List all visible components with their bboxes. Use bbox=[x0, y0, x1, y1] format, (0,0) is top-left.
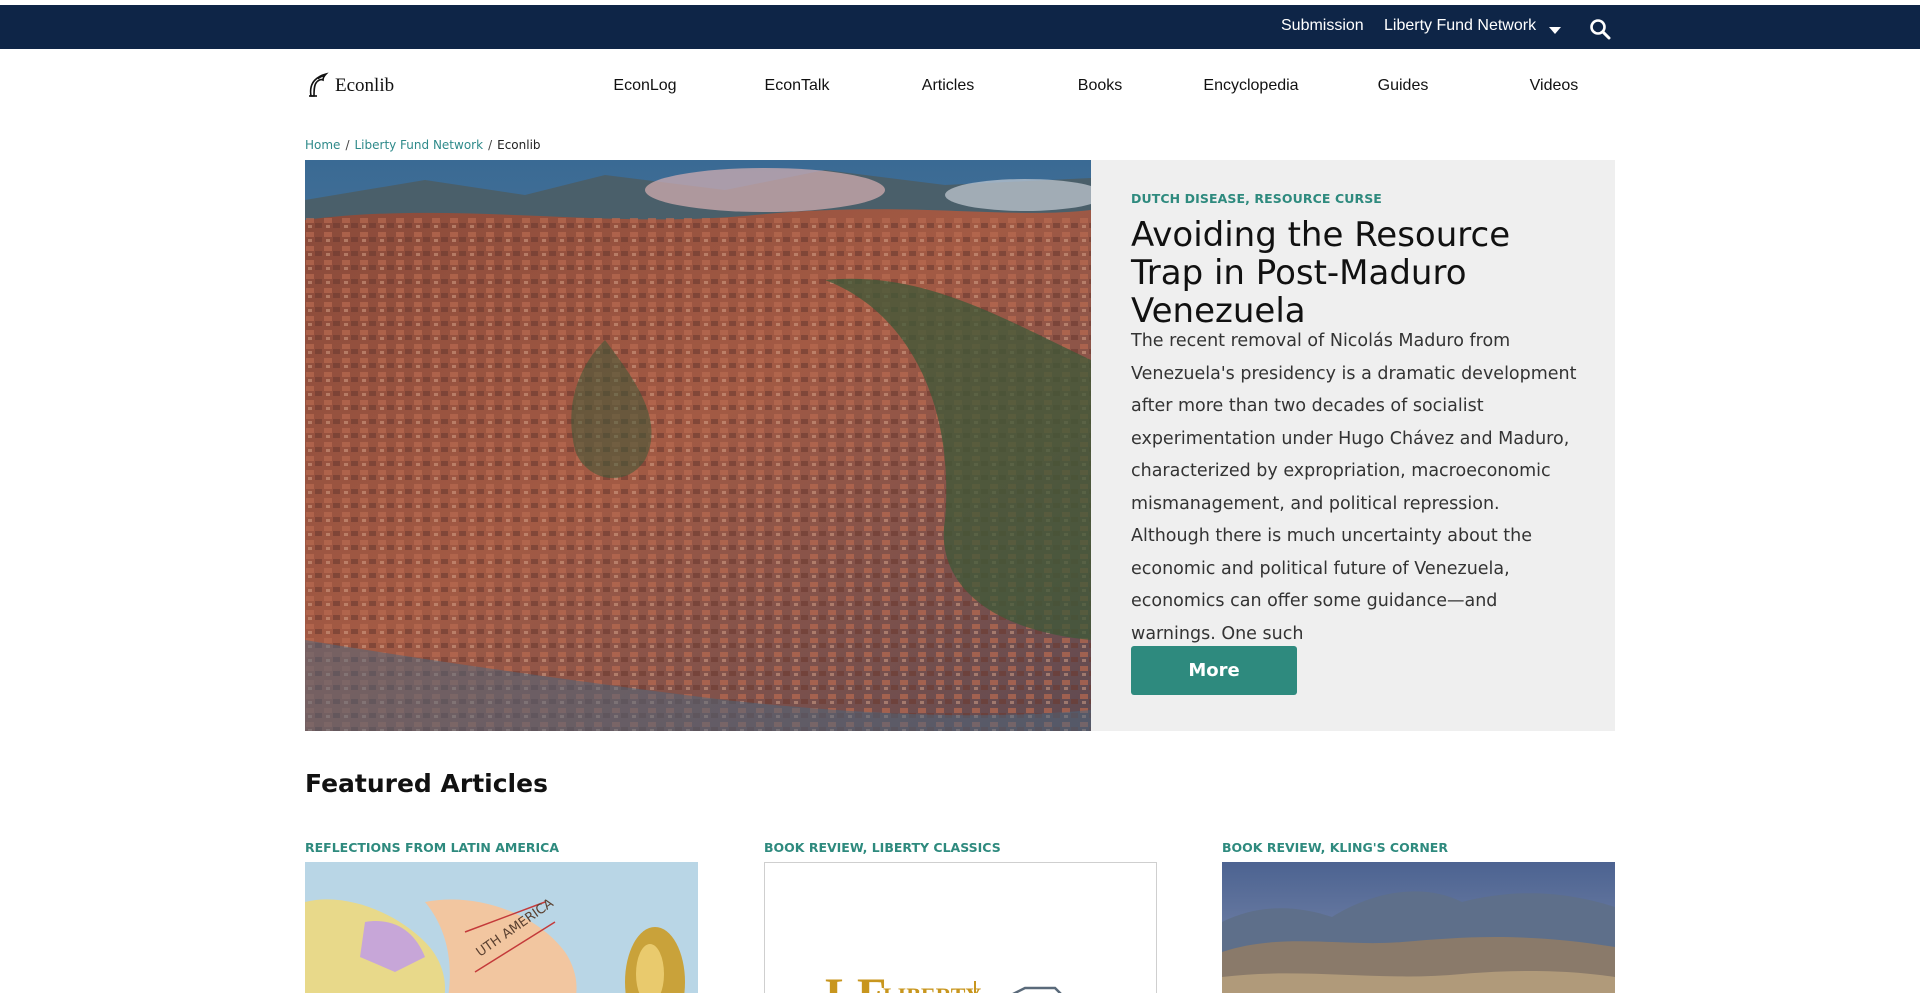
hero-excerpt: The recent removal of Nicolás Maduro fro… bbox=[1131, 331, 1577, 644]
hero-article-panel: DUTCH DISEASE, RESOURCE CURSE Avoiding t… bbox=[1091, 160, 1615, 731]
breadcrumb-home[interactable]: Home bbox=[305, 138, 340, 152]
hero-title[interactable]: Avoiding the Resource Trap in Post-Madur… bbox=[1131, 216, 1581, 330]
econlib-logo[interactable]: Econlib bbox=[305, 72, 394, 100]
top-utility-bar: Submission Liberty Fund Network bbox=[0, 5, 1920, 49]
card-tags[interactable]: BOOK REVIEW, KLING'S CORNER bbox=[1222, 840, 1615, 862]
nav-item-econlog[interactable]: EconLog bbox=[575, 77, 715, 95]
map-globe-photo: UTH AMERICA bbox=[305, 862, 698, 993]
featured-card[interactable]: BOOK REVIEW, KLING'S CORNER bbox=[1222, 840, 1615, 993]
breadcrumb-separator: / bbox=[488, 138, 493, 152]
nav-item-articles[interactable]: Articles bbox=[878, 77, 1018, 95]
search-icon[interactable] bbox=[1589, 18, 1611, 40]
nav-item-econtalk[interactable]: EconTalk bbox=[727, 77, 867, 95]
hero-image[interactable] bbox=[305, 160, 1091, 731]
card-tags[interactable]: REFLECTIONS FROM LATIN AMERICA bbox=[305, 840, 698, 862]
liberty-classics-logo: LF LIBERTY bbox=[765, 863, 1156, 993]
card-image-liberty-logo[interactable]: LF LIBERTY bbox=[764, 862, 1157, 993]
nav-item-guides[interactable]: Guides bbox=[1333, 77, 1473, 95]
card-tags[interactable]: BOOK REVIEW, LIBERTY CLASSICS bbox=[764, 840, 1157, 862]
breadcrumb-separator: / bbox=[345, 138, 350, 152]
logo-text: Econlib bbox=[335, 75, 395, 96]
hillside-city-photo bbox=[305, 160, 1091, 731]
card-image-map[interactable]: UTH AMERICA bbox=[305, 862, 698, 993]
breadcrumb-current: Econlib bbox=[497, 138, 541, 152]
logo-word: LIBERTY bbox=[883, 983, 981, 993]
nav-item-books[interactable]: Books bbox=[1030, 77, 1170, 95]
breadcrumb-network[interactable]: Liberty Fund Network bbox=[354, 138, 483, 152]
featured-card[interactable]: REFLECTIONS FROM LATIN AMERICA UTH AMERI… bbox=[305, 840, 698, 993]
logo-letter: LF bbox=[825, 969, 886, 993]
nav-item-videos[interactable]: Videos bbox=[1484, 77, 1624, 95]
chevron-down-icon[interactable] bbox=[1549, 27, 1561, 34]
quill-hand-icon bbox=[309, 72, 329, 97]
breadcrumb: Home / Liberty Fund Network / Econlib bbox=[305, 138, 541, 152]
card-image-mountains[interactable] bbox=[1222, 862, 1615, 993]
featured-card[interactable]: BOOK REVIEW, LIBERTY CLASSICS LF LIBERTY bbox=[764, 840, 1157, 993]
nav-item-encyclopedia[interactable]: Encyclopedia bbox=[1181, 77, 1321, 95]
featured-articles-heading: Featured Articles bbox=[305, 769, 548, 798]
submission-link[interactable]: Submission bbox=[1281, 17, 1364, 35]
liberty-fund-network-menu[interactable]: Liberty Fund Network bbox=[1384, 17, 1536, 35]
mountain-photo bbox=[1222, 862, 1615, 993]
more-button[interactable]: More bbox=[1131, 646, 1297, 695]
hero-tags[interactable]: DUTCH DISEASE, RESOURCE CURSE bbox=[1131, 191, 1382, 206]
